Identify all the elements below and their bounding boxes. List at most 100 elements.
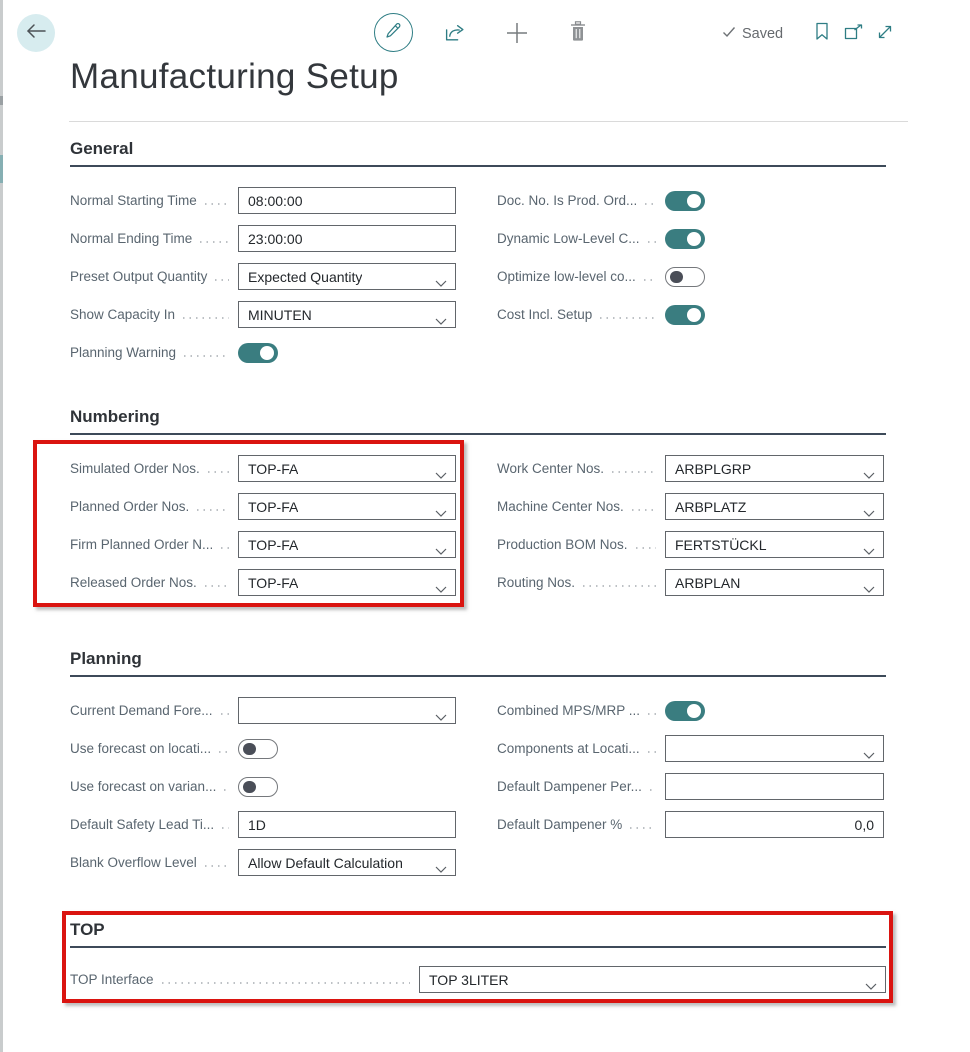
top-interface-select[interactable]: TOP 3LITER (419, 966, 886, 993)
field-cost-incl-setup: Cost Incl. Setup (497, 301, 884, 328)
simulated-order-nos-select[interactable]: TOP-FA (238, 455, 456, 482)
back-button[interactable] (17, 14, 55, 52)
chevron-down-icon (863, 580, 875, 596)
dotted-leader (205, 203, 229, 205)
routing-nos-select[interactable]: ARBPLAN (665, 569, 884, 596)
combined-mps-mrp-toggle[interactable] (665, 701, 705, 721)
planned-order-nos-select[interactable]: TOP-FA (238, 493, 456, 520)
field-label: Use forecast on varian... (70, 779, 216, 794)
field-value: TOP-FA (248, 499, 298, 515)
field-label: TOP Interface (70, 972, 154, 987)
arrow-left-icon (26, 23, 46, 44)
components-at-location-select[interactable] (665, 735, 884, 762)
chevron-down-icon (435, 466, 447, 482)
default-safety-lead-time-input[interactable]: 1D (238, 811, 456, 838)
field-label: Default Dampener Per... (497, 779, 642, 794)
edge-segment (0, 96, 3, 105)
delete-button[interactable] (570, 21, 586, 47)
share-button[interactable] (444, 22, 466, 47)
add-button[interactable] (506, 22, 528, 49)
preset-output-quantity-select[interactable]: Expected Quantity (238, 263, 456, 290)
dotted-leader (612, 471, 656, 473)
field-use-forecast-on-locations: Use forecast on locati... (70, 735, 456, 762)
field-label: Machine Center Nos. (497, 499, 624, 514)
doc-no-is-prod-ord-toggle[interactable] (665, 191, 705, 211)
field-routing-nos: Routing Nos. ARBPLAN (497, 569, 884, 596)
dotted-leader (221, 713, 229, 715)
planning-warning-toggle[interactable] (238, 343, 278, 363)
field-label: Planning Warning (70, 345, 176, 360)
field-label: Firm Planned Order N... (70, 537, 213, 552)
field-released-order-nos: Released Order Nos. TOP-FA (70, 569, 456, 596)
dotted-leader (648, 713, 656, 715)
field-label: Normal Ending Time (70, 231, 192, 246)
field-value: TOP-FA (248, 575, 298, 591)
field-value: Allow Default Calculation (248, 855, 403, 871)
use-forecast-on-variants-toggle[interactable] (238, 777, 278, 797)
checkmark-icon (722, 26, 736, 42)
released-order-nos-select[interactable]: TOP-FA (238, 569, 456, 596)
field-doc-no-is-prod-ord: Doc. No. Is Prod. Ord... (497, 187, 884, 214)
field-normal-ending-time: Normal Ending Time 23:00:00 (70, 225, 456, 252)
open-in-window-button[interactable] (844, 24, 863, 45)
dotted-leader (630, 827, 656, 829)
chevron-down-icon (863, 466, 875, 482)
section-title-general[interactable]: General (70, 138, 886, 167)
blank-overflow-level-select[interactable]: Allow Default Calculation (238, 849, 456, 876)
optimize-low-level-toggle[interactable] (665, 267, 705, 287)
normal-ending-time-input[interactable]: 23:00:00 (238, 225, 456, 252)
section-title-top[interactable]: TOP (70, 919, 886, 948)
show-capacity-in-select[interactable]: MINUTEN (238, 301, 456, 328)
field-label: Components at Locati... (497, 741, 640, 756)
dotted-leader (583, 585, 656, 587)
toggle-knob (243, 743, 256, 756)
default-dampener-period-input[interactable] (665, 773, 884, 800)
share-arrow-icon (444, 22, 466, 47)
bookmark-button[interactable] (815, 22, 829, 46)
firm-planned-order-nos-select[interactable]: TOP-FA (238, 531, 456, 558)
dotted-leader (215, 279, 229, 281)
chevron-down-icon (435, 504, 447, 520)
open-in-new-window-icon (844, 24, 863, 45)
field-label: Use forecast on locati... (70, 741, 211, 756)
current-demand-forecast-select[interactable] (238, 697, 456, 724)
field-value: TOP-FA (248, 461, 298, 477)
expand-button[interactable] (876, 23, 894, 46)
field-components-at-location: Components at Locati... (497, 735, 884, 762)
field-label: Cost Incl. Setup (497, 307, 592, 322)
field-value: ARBPLGRP (675, 461, 751, 477)
chevron-down-icon (865, 977, 877, 993)
toggle-knob (687, 704, 701, 718)
dotted-leader (600, 317, 656, 319)
field-label: Show Capacity In (70, 307, 175, 322)
dotted-leader (632, 509, 656, 511)
use-forecast-on-locations-toggle[interactable] (238, 739, 278, 759)
dotted-leader (222, 827, 229, 829)
dotted-leader (197, 509, 229, 511)
chevron-down-icon (435, 860, 447, 876)
plus-icon (506, 22, 528, 49)
normal-starting-time-input[interactable]: 08:00:00 (238, 187, 456, 214)
default-dampener-pct-input[interactable]: 0,0 (665, 811, 884, 838)
dotted-leader (183, 317, 229, 319)
section-title-planning[interactable]: Planning (70, 648, 886, 677)
field-label: Preset Output Quantity (70, 269, 207, 284)
field-dynamic-low-level: Dynamic Low-Level C... (497, 225, 884, 252)
machine-center-nos-select[interactable]: ARBPLATZ (665, 493, 884, 520)
field-machine-center-nos: Machine Center Nos. ARBPLATZ (497, 493, 884, 520)
chevron-down-icon (435, 312, 447, 328)
dynamic-low-level-toggle[interactable] (665, 229, 705, 249)
field-show-capacity-in: Show Capacity In MINUTEN (70, 301, 456, 328)
field-label: Blank Overflow Level (70, 855, 197, 870)
cost-incl-setup-toggle[interactable] (665, 305, 705, 325)
work-center-nos-select[interactable]: ARBPLGRP (665, 455, 884, 482)
toggle-knob (687, 308, 701, 322)
edit-button[interactable] (374, 13, 413, 52)
header-divider (69, 121, 908, 122)
field-default-dampener-period: Default Dampener Per... (497, 773, 884, 800)
field-planned-order-nos: Planned Order Nos. TOP-FA (70, 493, 456, 520)
production-bom-nos-select[interactable]: FERTSTÜCKL (665, 531, 884, 558)
section-title-numbering[interactable]: Numbering (70, 406, 886, 435)
field-value: TOP-FA (248, 537, 298, 553)
chevron-down-icon (435, 708, 447, 724)
